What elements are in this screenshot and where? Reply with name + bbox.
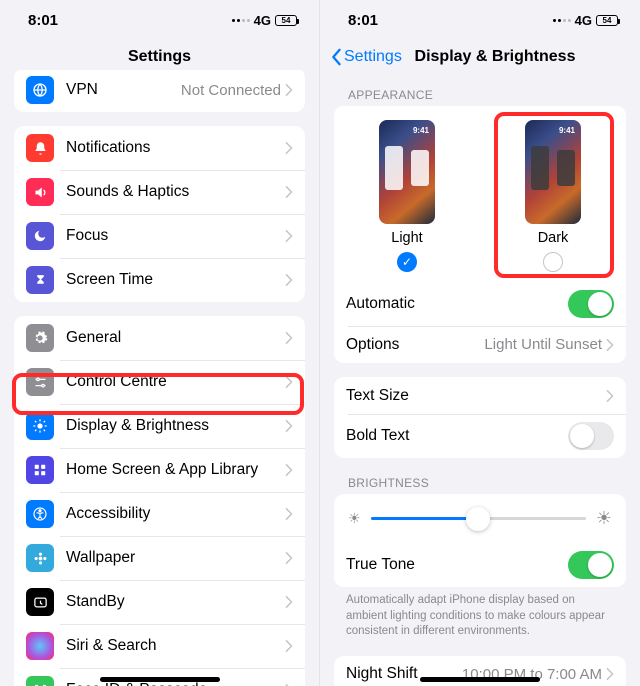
row-boldtext: Bold Text <box>334 414 626 458</box>
row-accessibility[interactable]: Accessibility <box>14 492 305 536</box>
signal-icon <box>232 19 250 22</box>
check-icon: ✓ <box>397 252 417 272</box>
status-bar: 8:01 4G 54 <box>320 0 640 40</box>
appearance-dark[interactable]: 9:41 Dark <box>480 120 626 272</box>
chevron-icon <box>285 508 293 520</box>
page-title: Settings <box>128 48 191 66</box>
brightness-icon <box>26 412 54 440</box>
row-automatic: Automatic <box>334 282 626 326</box>
row-detail: Not Connected <box>181 82 281 99</box>
section-appearance: APPEARANCE <box>348 88 612 102</box>
truetone-toggle[interactable] <box>568 551 614 579</box>
chevron-icon <box>285 230 293 242</box>
settings-root-screen: 8:01 4G 54 Settings VPN Not Connected <box>0 0 320 686</box>
faceid-icon <box>26 676 54 686</box>
row-label: VPN <box>66 81 181 99</box>
status-network: 4G <box>575 13 592 28</box>
display-brightness-screen: 8:01 4G 54 Settings Display & Brightness… <box>320 0 640 686</box>
flower-icon <box>26 544 54 572</box>
dark-preview: 9:41 <box>525 120 581 224</box>
radio-unchecked-icon <box>543 252 563 272</box>
section-brightness: BRIGHTNESS <box>348 476 612 490</box>
status-time: 8:01 <box>28 12 58 29</box>
chevron-icon <box>285 142 293 154</box>
row-textsize[interactable]: Text Size <box>334 377 626 414</box>
chevron-left-icon <box>330 48 342 66</box>
boldtext-toggle[interactable] <box>568 422 614 450</box>
brightness-slider[interactable]: ☀︎ ☀︎ <box>334 494 626 543</box>
sun-large-icon: ☀︎ <box>596 508 612 529</box>
home-indicator[interactable] <box>100 677 220 682</box>
row-wallpaper[interactable]: Wallpaper <box>14 536 305 580</box>
row-homescreen[interactable]: Home Screen & App Library <box>14 448 305 492</box>
accessibility-icon <box>26 500 54 528</box>
sliders-icon <box>26 368 54 396</box>
chevron-icon <box>606 668 614 680</box>
chevron-icon <box>606 339 614 351</box>
nav-bar: Settings <box>0 40 319 74</box>
vpn-icon <box>26 76 54 104</box>
status-time: 8:01 <box>348 12 378 29</box>
page-title: Display & Brightness <box>415 48 576 66</box>
chevron-icon <box>285 640 293 652</box>
gear-icon <box>26 324 54 352</box>
hourglass-icon <box>26 266 54 294</box>
row-display-brightness[interactable]: Display & Brightness <box>14 404 305 448</box>
chevron-icon <box>285 420 293 432</box>
chevron-icon <box>606 390 614 402</box>
light-preview: 9:41 <box>379 120 435 224</box>
row-general[interactable]: General <box>14 316 305 360</box>
speaker-icon <box>26 178 54 206</box>
clock-icon <box>26 588 54 616</box>
row-truetone: True Tone <box>334 543 626 587</box>
status-bar: 8:01 4G 54 <box>0 0 319 40</box>
battery-icon: 54 <box>275 15 297 26</box>
siri-icon <box>26 632 54 660</box>
chevron-icon <box>285 332 293 344</box>
row-standby[interactable]: StandBy <box>14 580 305 624</box>
automatic-toggle[interactable] <box>568 290 614 318</box>
status-network: 4G <box>254 13 271 28</box>
bell-icon <box>26 134 54 162</box>
chevron-icon <box>285 274 293 286</box>
row-focus[interactable]: Focus <box>14 214 305 258</box>
chevron-icon <box>285 464 293 476</box>
battery-icon: 54 <box>596 15 618 26</box>
chevron-icon <box>285 552 293 564</box>
row-options[interactable]: Options Light Until Sunset <box>334 326 626 363</box>
home-indicator[interactable] <box>420 677 540 682</box>
row-notifications[interactable]: Notifications <box>14 126 305 170</box>
row-sounds[interactable]: Sounds & Haptics <box>14 170 305 214</box>
chevron-icon <box>285 596 293 608</box>
moon-icon <box>26 222 54 250</box>
back-button[interactable]: Settings <box>330 48 402 66</box>
sun-small-icon: ☀︎ <box>348 510 361 527</box>
truetone-note: Automatically adapt iPhone display based… <box>346 593 614 640</box>
row-screentime[interactable]: Screen Time <box>14 258 305 302</box>
row-controlcentre[interactable]: Control Centre <box>14 360 305 404</box>
chevron-icon <box>285 84 293 96</box>
apps-grid-icon <box>26 456 54 484</box>
signal-icon <box>553 19 571 22</box>
appearance-light[interactable]: 9:41 Light ✓ <box>334 120 480 272</box>
row-vpn[interactable]: VPN Not Connected <box>14 70 305 112</box>
row-siri[interactable]: Siri & Search <box>14 624 305 668</box>
chevron-icon <box>285 186 293 198</box>
chevron-icon <box>285 376 293 388</box>
nav-bar: Settings Display & Brightness <box>320 40 640 74</box>
